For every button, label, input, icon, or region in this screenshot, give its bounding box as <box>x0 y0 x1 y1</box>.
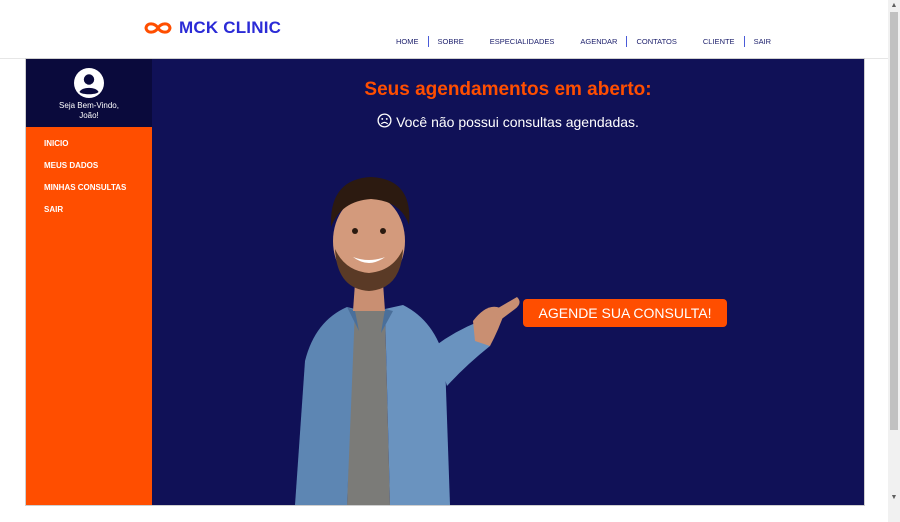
sidebar-menu: INICIO MEUS DADOS MINHAS CONSULTAS SAIR <box>44 139 126 227</box>
page-title: Seus agendamentos em aberto: <box>364 79 652 100</box>
sad-face-icon <box>377 113 396 131</box>
user-circle-icon <box>73 67 105 104</box>
nav-contatos[interactable]: CONTATOS <box>630 37 682 46</box>
no-appointments-text: Você não possui consultas agendadas. <box>396 114 639 130</box>
profile-panel: Seja Bem-Vindo, João! <box>26 59 152 127</box>
nav-divider <box>626 36 628 47</box>
scroll-thumb[interactable] <box>890 12 898 430</box>
promo-person-image <box>285 171 525 505</box>
sidebar-item-meus-dados[interactable]: MEUS DADOS <box>44 161 126 170</box>
sidebar-item-minhas-consultas[interactable]: MINHAS CONSULTAS <box>44 183 126 192</box>
nav-agendar[interactable]: AGENDAR <box>574 37 623 46</box>
nav-cliente[interactable]: CLIENTE <box>697 37 741 46</box>
no-appointments-message: Você não possui consultas agendadas. <box>152 113 864 131</box>
nav-home[interactable]: HOME <box>390 37 425 46</box>
infinity-icon <box>143 20 173 36</box>
page-scrollbar[interactable]: ▲ ▼ <box>888 0 900 522</box>
schedule-appointment-button[interactable]: AGENDE SUA CONSULTA! <box>523 299 727 327</box>
nav-divider <box>743 36 745 47</box>
sidebar-item-sair[interactable]: SAIR <box>44 205 126 214</box>
scroll-down-arrow-icon[interactable]: ▼ <box>888 492 900 504</box>
brand-name: MCK CLINIC <box>179 18 282 37</box>
main-nav: HOME SOBRE ESPECIALIDADES AGENDAR CONTAT… <box>390 36 777 47</box>
main-content: Seus agendamentos em aberto: Você não po… <box>152 59 864 505</box>
scroll-up-arrow-icon[interactable]: ▲ <box>888 0 900 12</box>
nav-sair[interactable]: SAIR <box>748 37 778 46</box>
sidebar: Seja Bem-Vindo, João! INICIO MEUS DADOS … <box>26 59 152 505</box>
nav-especialidades[interactable]: ESPECIALIDADES <box>484 37 561 46</box>
welcome-text: Seja Bem-Vindo, João! <box>26 101 152 121</box>
welcome-greeting: Seja Bem-Vindo, <box>59 101 119 110</box>
top-navbar: MCK CLINIC HOME SOBRE ESPECIALIDADES AGE… <box>0 0 888 59</box>
sidebar-item-inicio[interactable]: INICIO <box>44 139 126 148</box>
nav-sobre[interactable]: SOBRE <box>432 37 470 46</box>
welcome-username: João! <box>79 111 99 120</box>
brand-logo[interactable]: MCK CLINIC <box>143 18 281 38</box>
dashboard-frame: Seja Bem-Vindo, João! INICIO MEUS DADOS … <box>25 58 865 506</box>
nav-divider <box>427 36 429 47</box>
